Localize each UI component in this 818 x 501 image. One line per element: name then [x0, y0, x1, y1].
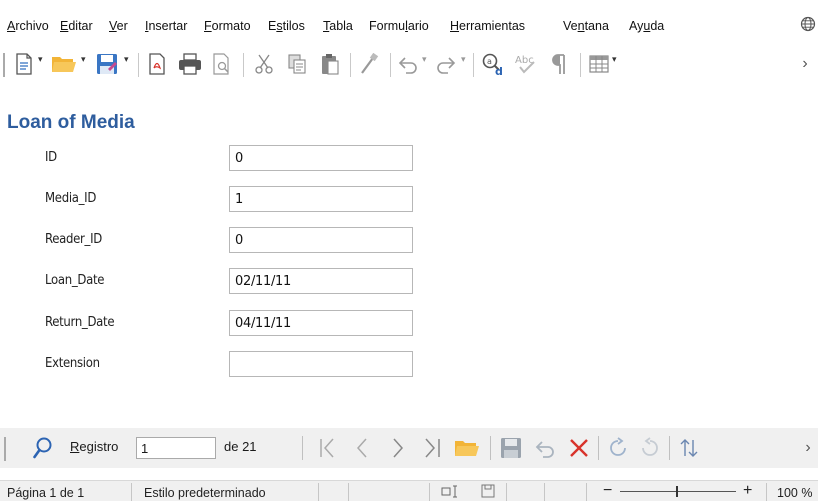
- svg-text:a: a: [487, 57, 492, 66]
- menu-ver[interactable]: Ver: [109, 19, 128, 33]
- menu-estilos[interactable]: Estilos: [268, 19, 305, 33]
- field-media-id[interactable]: 1: [229, 186, 413, 212]
- zoom-in-button[interactable]: +: [743, 482, 752, 500]
- zoom-level[interactable]: 100 %: [777, 486, 812, 500]
- last-record-icon[interactable]: [420, 432, 444, 464]
- label-id: ID: [45, 150, 57, 165]
- first-record-icon[interactable]: [316, 432, 340, 464]
- redo-icon[interactable]: [434, 46, 458, 82]
- form-title: Loan of Media: [7, 112, 135, 133]
- clone-formatting-icon[interactable]: [357, 46, 381, 82]
- spellcheck-icon[interactable]: Abc: [514, 46, 540, 82]
- delete-record-icon[interactable]: [566, 432, 592, 464]
- open-folder-icon[interactable]: [50, 46, 78, 82]
- menu-formato[interactable]: Formato: [204, 19, 251, 33]
- record-label: Registro: [70, 439, 119, 454]
- new-document-icon[interactable]: [13, 46, 35, 82]
- label-loan-date: Loan_Date: [45, 273, 105, 288]
- next-record-icon[interactable]: [386, 432, 410, 464]
- field-return-date[interactable]: 04/11/11: [229, 310, 413, 336]
- status-bar: Página 1 de 1 Estilo predeterminado − + …: [0, 480, 818, 501]
- label-return-date: Return_Date: [45, 315, 115, 330]
- toolbar-overflow-icon[interactable]: ›: [798, 46, 812, 82]
- formatting-marks-icon[interactable]: [548, 46, 572, 82]
- open-dropdown-icon[interactable]: ▾: [81, 54, 86, 65]
- find-replace-icon[interactable]: da: [480, 46, 506, 82]
- insert-mode-icon[interactable]: [441, 484, 461, 501]
- navbar-overflow-icon[interactable]: ›: [802, 432, 814, 464]
- export-pdf-icon[interactable]: [145, 46, 169, 82]
- new-dropdown-icon[interactable]: ▾: [38, 54, 43, 65]
- menu-formulario[interactable]: Formulario: [369, 19, 429, 33]
- navbar-grip[interactable]: [4, 437, 6, 461]
- label-reader-id: Reader_ID: [45, 232, 102, 247]
- save-icon[interactable]: [94, 46, 120, 82]
- cut-icon[interactable]: [252, 46, 276, 82]
- record-number-input[interactable]: 1: [136, 437, 216, 459]
- save-dropdown-icon[interactable]: ▾: [124, 54, 129, 65]
- paste-icon[interactable]: [318, 46, 342, 82]
- menu-bar: Archivo Editar Ver Insertar Formato Esti…: [0, 0, 818, 40]
- zoom-out-button[interactable]: −: [603, 482, 612, 500]
- field-id[interactable]: 0: [229, 145, 413, 171]
- menu-tabla[interactable]: Tabla: [323, 19, 353, 33]
- print-preview-icon[interactable]: [210, 46, 234, 82]
- menu-insertar[interactable]: Insertar: [145, 19, 187, 33]
- record-count: de 21: [224, 439, 257, 454]
- field-extension[interactable]: [229, 351, 413, 377]
- menu-archivo[interactable]: Archivo: [7, 19, 49, 33]
- menu-ayuda[interactable]: Ayuda: [629, 19, 664, 33]
- form-navigation-bar: Registro 1 de 21 ›: [0, 428, 818, 468]
- sort-icon[interactable]: [676, 432, 702, 464]
- toolbar-grip[interactable]: [3, 53, 5, 77]
- undo-icon[interactable]: [396, 46, 420, 82]
- svg-text:d: d: [495, 65, 503, 76]
- page-count: Página 1 de 1: [7, 486, 85, 500]
- table-dropdown-icon[interactable]: ▾: [612, 54, 617, 65]
- zoom-slider[interactable]: [620, 486, 736, 497]
- globe-icon[interactable]: [800, 16, 816, 32]
- field-reader-id[interactable]: 0: [229, 227, 413, 253]
- menu-editar[interactable]: Editar: [60, 19, 93, 33]
- refresh-icon[interactable]: [605, 432, 631, 464]
- undo-dropdown-icon[interactable]: ▾: [422, 54, 427, 65]
- copy-icon[interactable]: [285, 46, 309, 82]
- page-style[interactable]: Estilo predeterminado: [144, 486, 266, 500]
- label-extension: Extension: [45, 356, 100, 371]
- undo-record-icon[interactable]: [532, 432, 558, 464]
- redo-dropdown-icon[interactable]: ▾: [461, 54, 466, 65]
- refresh-control-icon[interactable]: [637, 432, 663, 464]
- previous-record-icon[interactable]: [350, 432, 374, 464]
- zoom-slider-handle[interactable]: [676, 486, 678, 497]
- save-record-icon[interactable]: [498, 432, 524, 464]
- print-icon[interactable]: [177, 46, 203, 82]
- table-icon[interactable]: [587, 46, 611, 82]
- menu-herramientas[interactable]: Herramientas: [450, 19, 525, 33]
- new-record-icon[interactable]: [452, 432, 482, 464]
- field-loan-date[interactable]: 02/11/11: [229, 268, 413, 294]
- search-icon[interactable]: [30, 432, 56, 464]
- standard-toolbar: ▾ ▾ ▾ ▾ ▾ da Abc ▾ ›: [0, 46, 818, 86]
- document-modified-icon: [481, 484, 495, 501]
- menu-ventana[interactable]: Ventana: [563, 19, 609, 33]
- label-media-id: Media_ID: [45, 191, 97, 206]
